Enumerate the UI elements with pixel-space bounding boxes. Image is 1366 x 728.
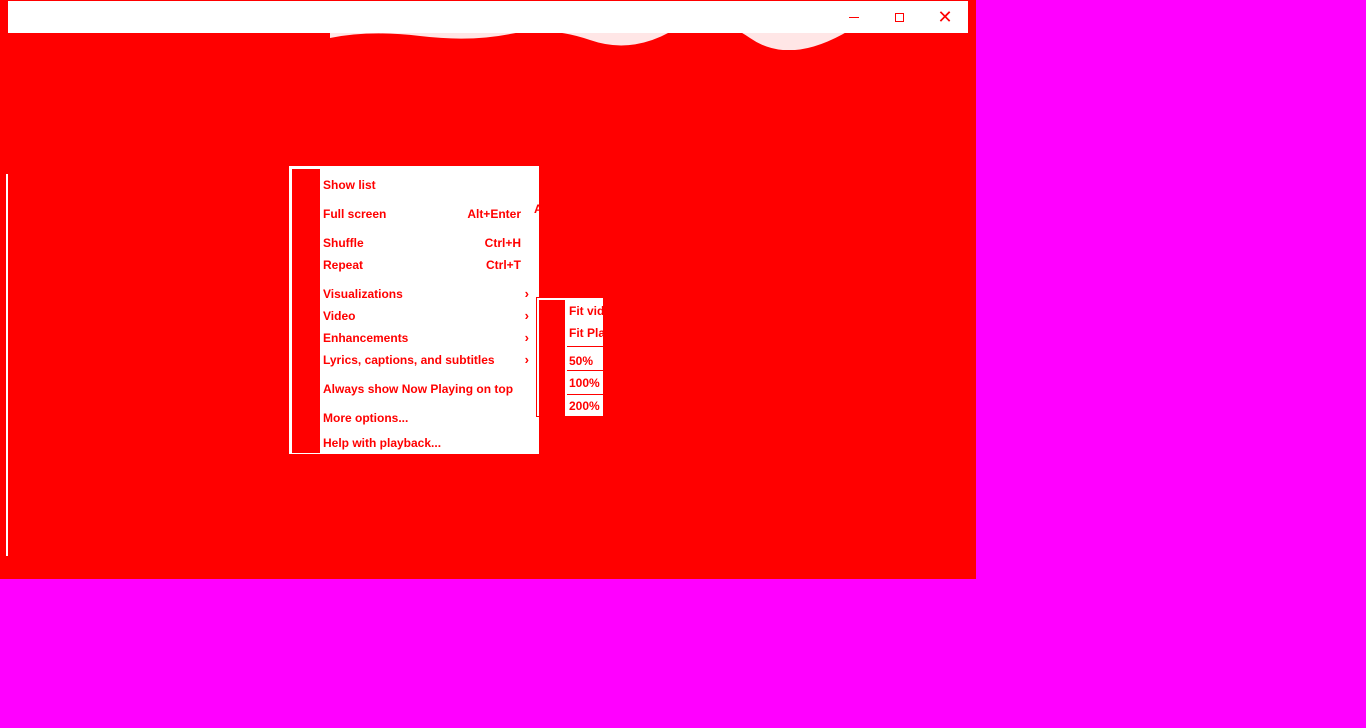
close-button[interactable]: ✕ bbox=[922, 1, 968, 33]
menu-separator bbox=[323, 276, 529, 277]
submenu-item-50[interactable]: 50% bbox=[569, 354, 593, 368]
menu-separator bbox=[323, 225, 529, 226]
menu-item-label: Enhancements bbox=[323, 331, 409, 345]
menu-item-label: Always show Now Playing on top bbox=[323, 382, 514, 396]
menu-item-label: Full screen bbox=[323, 207, 387, 221]
context-menu: Show list Full screen Alt+Enter A Shuffl… bbox=[288, 165, 543, 455]
submenu-icon-gutter bbox=[539, 300, 565, 416]
chevron-right-icon: › bbox=[524, 352, 529, 367]
submenu-item-fit-player[interactable]: Fit Player to video bbox=[569, 326, 603, 340]
close-icon: ✕ bbox=[937, 7, 953, 27]
chevron-right-icon: › bbox=[524, 330, 529, 345]
maximize-button[interactable] bbox=[876, 1, 922, 33]
menu-item-label: Help with playback... bbox=[323, 436, 442, 450]
menu-item-video[interactable]: Video › bbox=[289, 305, 539, 327]
menu-separator bbox=[323, 400, 529, 401]
menu-item-shortcut: Ctrl+T bbox=[485, 258, 521, 272]
submenu-separator bbox=[567, 346, 603, 347]
submenu-separator bbox=[567, 370, 603, 371]
submenu-separator bbox=[567, 394, 603, 395]
maximize-icon bbox=[894, 12, 904, 22]
menu-item-shuffle[interactable]: Shuffle Ctrl+H bbox=[289, 232, 539, 254]
menu-item-always-on-top[interactable]: Always show Now Playing on top bbox=[289, 378, 539, 400]
menu-item-visualizations[interactable]: Visualizations › bbox=[289, 283, 539, 305]
chevron-right-icon: › bbox=[524, 286, 529, 301]
menu-item-label: Shuffle bbox=[323, 236, 364, 250]
minimize-icon bbox=[849, 16, 859, 18]
submenu-item-200[interactable]: 200% bbox=[569, 399, 600, 413]
menu-item-label: Lyrics, captions, and subtitles bbox=[323, 353, 495, 367]
menu-overflow-glyph: A bbox=[534, 202, 543, 216]
video-submenu: Fit video to player Fit Player to video … bbox=[536, 297, 603, 417]
submenu-item-100[interactable]: 100% bbox=[569, 376, 600, 390]
menu-item-label: Show list bbox=[323, 178, 376, 192]
menu-item-shortcut: Ctrl+H bbox=[484, 236, 521, 250]
video-frame-artifact bbox=[330, 28, 850, 50]
menu-item-label: Visualizations bbox=[323, 287, 403, 301]
menu-item-help-playback[interactable]: Help with playback... bbox=[289, 432, 539, 454]
chevron-right-icon: › bbox=[524, 308, 529, 323]
menu-item-lyrics-captions-subtitles[interactable]: Lyrics, captions, and subtitles › bbox=[289, 349, 539, 371]
seek-indicator bbox=[6, 174, 8, 556]
menu-separator bbox=[323, 196, 529, 197]
menu-item-label: More options... bbox=[323, 411, 409, 425]
menu-item-label: Video bbox=[323, 309, 356, 323]
menu-item-enhancements[interactable]: Enhancements › bbox=[289, 327, 539, 349]
menu-item-full-screen[interactable]: Full screen Alt+Enter bbox=[289, 203, 539, 225]
menu-item-more-options[interactable]: More options... bbox=[289, 407, 539, 429]
submenu-item-fit-video[interactable]: Fit video to player bbox=[569, 304, 603, 318]
menu-separator bbox=[323, 429, 529, 430]
menu-separator bbox=[323, 371, 529, 372]
menu-item-shortcut: Alt+Enter bbox=[467, 207, 521, 221]
menu-item-label: Repeat bbox=[323, 258, 364, 272]
menu-item-show-list[interactable]: Show list bbox=[289, 174, 539, 196]
menu-item-repeat[interactable]: Repeat Ctrl+T bbox=[289, 254, 539, 276]
